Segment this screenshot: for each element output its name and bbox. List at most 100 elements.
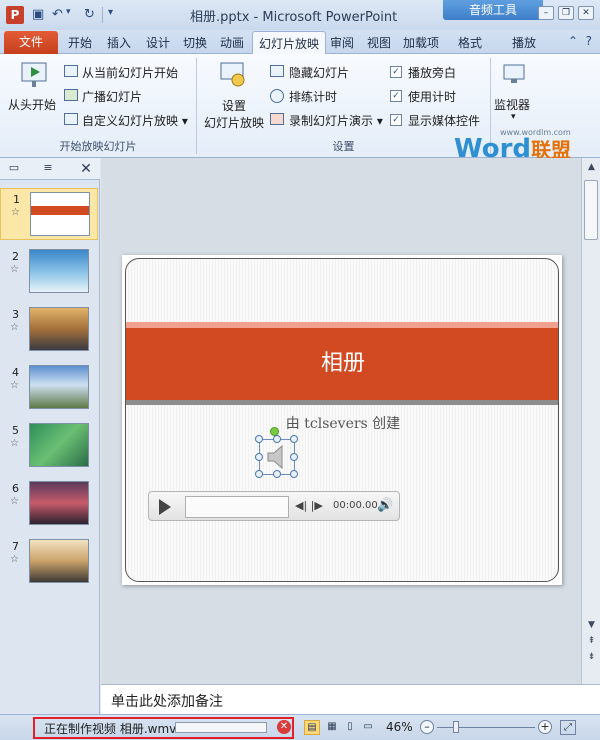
tab-insert[interactable]: 插入 — [107, 34, 131, 51]
tab-design[interactable]: 设计 — [146, 34, 170, 51]
notes-pane[interactable]: 单击此处添加备注 — [101, 684, 600, 714]
slideshow-view-icon[interactable]: ▭ — [360, 720, 376, 735]
tab-home[interactable]: 开始 — [68, 34, 92, 51]
powerpoint-app-icon[interactable]: P — [6, 6, 24, 24]
tab-file[interactable]: 文件 — [4, 31, 58, 54]
previous-slide-icon[interactable]: ⇞ — [585, 636, 598, 646]
rehearse-timings-button[interactable]: 排练计时 — [289, 88, 337, 105]
record-slideshow-button[interactable]: 录制幻灯片演示 ▾ — [289, 112, 383, 129]
thumbnail-row[interactable]: 1 ☆ — [0, 188, 98, 240]
transition-star-icon: ☆ — [10, 380, 19, 391]
resize-handle[interactable] — [255, 470, 263, 478]
thumbnail-row[interactable]: 6 ☆ — [0, 478, 98, 530]
resize-handle[interactable] — [273, 470, 281, 478]
close-pane-icon[interactable]: ✕ — [76, 161, 96, 177]
seek-back-forward-icon[interactable]: ◀| |▶ — [295, 499, 323, 512]
monitors-dropdown-icon[interactable]: ▾ — [511, 112, 516, 122]
slideshow-from-start-icon[interactable] — [20, 60, 50, 90]
slide-thumbnail[interactable] — [29, 365, 89, 409]
restore-button[interactable]: ❐ — [558, 6, 574, 20]
tab-review[interactable]: 审阅 — [330, 34, 354, 51]
resize-handle[interactable] — [290, 470, 298, 478]
tab-format[interactable]: 格式 — [458, 34, 482, 51]
setup-slideshow-button[interactable]: 设置 — [222, 97, 246, 114]
slide-subtitle[interactable]: 由 tclsevers 创建 — [126, 413, 558, 433]
play-icon[interactable] — [159, 499, 171, 515]
custom-show-button[interactable]: 自定义幻灯片放映 ▾ — [82, 112, 188, 129]
tab-playback[interactable]: 播放 — [512, 34, 536, 51]
slide-thumbnail[interactable] — [29, 423, 89, 467]
scroll-down-icon[interactable]: ▼ — [585, 620, 598, 630]
status-bar: 正在制作视频 相册.wmv ✕ ▤ ▦ ▯ ▭ 46% – + ⤢ — [0, 714, 600, 740]
scroll-up-icon[interactable]: ▲ — [585, 162, 598, 172]
broadcast-icon[interactable] — [64, 89, 78, 101]
tab-slideshow[interactable]: 幻灯片放映 — [252, 31, 327, 54]
redo-icon[interactable]: ↻ — [84, 7, 95, 22]
vertical-scrollbar[interactable]: ▲ ▼ ⇞ ⇟ — [581, 158, 600, 684]
fit-to-window-icon[interactable]: ⤢ — [560, 720, 576, 735]
from-start-button[interactable]: 从头开始 — [8, 96, 56, 113]
scrollbar-thumb[interactable] — [584, 180, 598, 240]
current-slide[interactable]: 相册 由 tclsevers 创建 ◀| |▶ 00:00.00 🔊 — [122, 255, 562, 585]
zoom-slider-track[interactable] — [437, 727, 535, 728]
slide-sorter-icon[interactable]: ▦ — [324, 720, 340, 735]
hide-slide-button[interactable]: 隐藏幻灯片 — [289, 64, 349, 81]
resize-handle[interactable] — [255, 435, 263, 443]
from-current-button[interactable]: 从当前幻灯片开始 — [82, 64, 178, 81]
rehearse-timings-icon[interactable] — [270, 89, 284, 103]
custom-show-icon[interactable] — [64, 113, 78, 125]
broadcast-button[interactable]: 广播幻灯片 — [82, 88, 142, 105]
show-media-controls-checkbox[interactable]: ✓ — [390, 114, 402, 126]
minimize-button[interactable]: – — [538, 6, 554, 20]
slides-tab[interactable]: ▭ — [4, 161, 24, 177]
media-progress-track[interactable] — [185, 496, 289, 518]
slide-thumbnail[interactable] — [29, 539, 89, 583]
customize-toolbar-icon[interactable]: ▾ — [108, 7, 113, 18]
thumbnail-row[interactable]: 5 ☆ — [0, 420, 98, 472]
hide-slide-icon[interactable] — [270, 65, 284, 77]
use-timings-checkbox[interactable]: ✓ — [390, 90, 402, 102]
zoom-in-icon[interactable]: + — [538, 720, 552, 734]
slide-title[interactable]: 相册 — [126, 328, 558, 400]
next-slide-icon[interactable]: ⇟ — [585, 652, 598, 662]
thumbnail-row[interactable]: 4 ☆ — [0, 362, 98, 414]
from-current-icon[interactable] — [64, 65, 78, 77]
audio-object[interactable] — [255, 435, 298, 478]
save-icon[interactable]: ▣ — [32, 7, 44, 22]
resize-handle[interactable] — [290, 435, 298, 443]
reading-view-icon[interactable]: ▯ — [342, 720, 358, 735]
slide-number: 2 — [12, 250, 19, 263]
toolbar-divider — [102, 7, 103, 23]
monitors-button[interactable]: 监视器 — [494, 96, 530, 113]
slide-thumbnail[interactable] — [30, 192, 90, 236]
undo-dropdown-icon[interactable]: ▾ — [66, 7, 71, 17]
ribbon-minimize-icon[interactable]: ⌃ ? — [568, 34, 592, 48]
resize-handle[interactable] — [290, 453, 298, 461]
outline-tab[interactable]: ≡ — [38, 161, 58, 177]
normal-view-icon[interactable]: ▤ — [304, 720, 320, 735]
thumbnail-row[interactable]: 3 ☆ — [0, 304, 98, 356]
monitor-icon[interactable] — [502, 62, 526, 86]
setup-slideshow-button-line2[interactable]: 幻灯片放映 — [204, 114, 264, 131]
play-narrations-checkbox[interactable]: ✓ — [390, 66, 402, 78]
undo-icon[interactable]: ↶ — [52, 7, 63, 22]
tab-view[interactable]: 视图 — [367, 34, 391, 51]
tab-transitions[interactable]: 切换 — [183, 34, 207, 51]
slide-thumbnail[interactable] — [29, 481, 89, 525]
slide-thumbnail[interactable] — [29, 249, 89, 293]
resize-handle[interactable] — [273, 435, 281, 443]
close-button[interactable]: ✕ — [578, 6, 594, 20]
slide-thumbnail[interactable] — [29, 307, 89, 351]
resize-handle[interactable] — [255, 453, 263, 461]
tab-animations[interactable]: 动画 — [220, 34, 244, 51]
zoom-level[interactable]: 46% — [386, 720, 413, 734]
tab-addins[interactable]: 加载项 — [403, 34, 439, 51]
volume-icon[interactable]: 🔊 — [377, 498, 393, 513]
zoom-out-icon[interactable]: – — [420, 720, 434, 734]
thumbnail-row[interactable]: 2 ☆ — [0, 246, 98, 298]
setup-slideshow-icon[interactable] — [218, 60, 248, 90]
record-slideshow-icon[interactable] — [270, 113, 284, 125]
zoom-slider-thumb[interactable] — [453, 721, 459, 733]
thumbnail-row[interactable]: 7 ☆ — [0, 536, 98, 588]
cancel-video-icon[interactable]: ✕ — [277, 720, 291, 734]
